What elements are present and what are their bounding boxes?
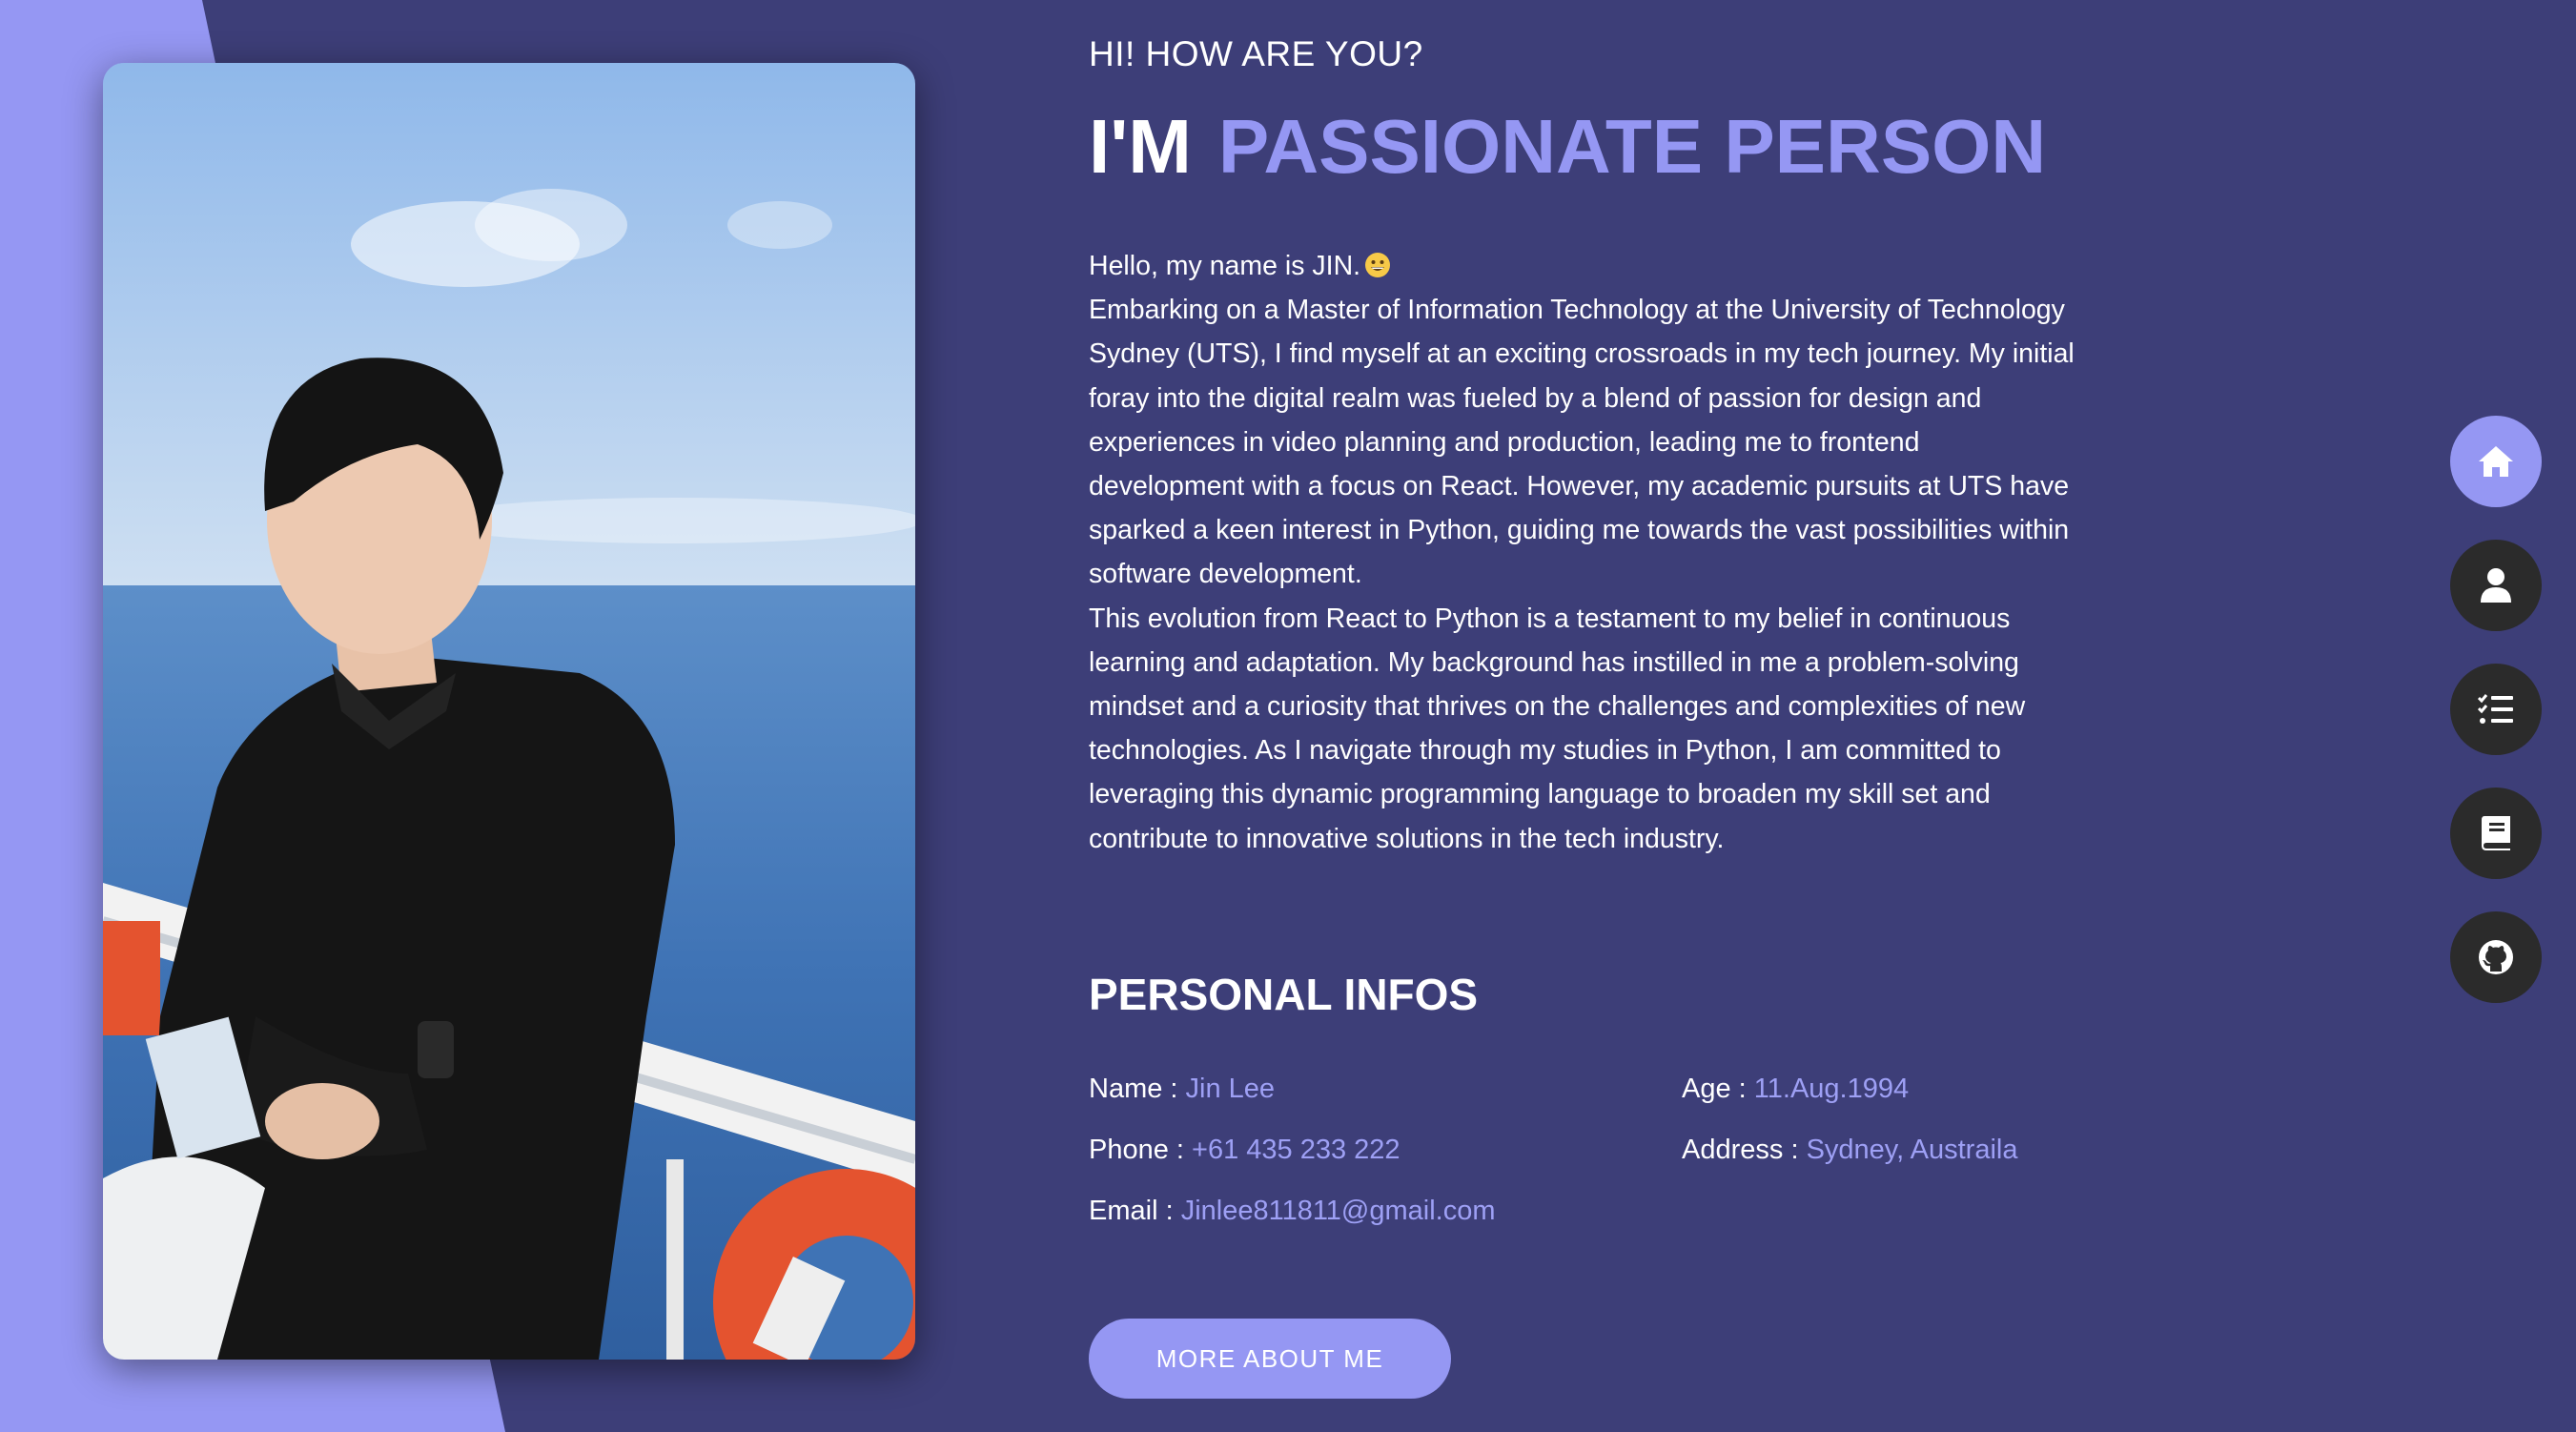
personal-infos-title: PERSONAL INFOS <box>1089 970 1479 1019</box>
github-icon <box>2479 940 2513 974</box>
nav-github-button[interactable] <box>2450 911 2542 1003</box>
bio-intro-text: Hello, my name is JIN. <box>1089 251 1361 281</box>
nav-skills-button[interactable] <box>2450 664 2542 755</box>
bio-text: Hello, my name is JIN. Embarking on a Ma… <box>1089 244 2080 861</box>
info-address-label: Address : <box>1682 1135 1807 1165</box>
headline-prefix: I'M <box>1089 104 1192 189</box>
bio-paragraph-2: This evolution from React to Python is a… <box>1089 603 2026 854</box>
book-icon <box>2482 816 2510 850</box>
headline: I'M PASSIONATE PERSON <box>1089 103 2046 191</box>
info-name-label: Name : <box>1089 1074 1186 1104</box>
info-phone: Phone : +61 435 233 222 <box>1089 1135 1400 1166</box>
info-email: Email : Jinlee811811@gmail.com <box>1089 1196 1496 1227</box>
user-icon <box>2481 568 2511 603</box>
greeting: HI! HOW ARE YOU? <box>1089 34 1423 73</box>
info-age-label: Age : <box>1682 1074 1754 1104</box>
info-name: Name : Jin Lee <box>1089 1074 1275 1105</box>
bio-intro: Hello, my name is JIN. <box>1089 244 2080 288</box>
info-name-value: Jin Lee <box>1185 1074 1276 1104</box>
grinning-face-icon <box>1365 253 1391 277</box>
headline-accent: PASSIONATE PERSON <box>1217 104 2047 189</box>
info-email-label: Email : <box>1089 1196 1181 1226</box>
nav-resume-button[interactable] <box>2450 788 2542 879</box>
home-icon <box>2479 446 2513 477</box>
profile-photo <box>103 63 915 1360</box>
nav-about-button[interactable] <box>2450 540 2542 631</box>
about-page: HI! HOW ARE YOU? I'M PASSIONATE PERSON He… <box>0 0 2576 1432</box>
info-address-value: Sydney, Austraila <box>1806 1135 2018 1165</box>
bio-paragraph-1: Embarking on a Master of Information Tec… <box>1089 295 2075 590</box>
info-age-value: 11.Aug.1994 <box>1753 1074 1910 1104</box>
info-phone-label: Phone : <box>1089 1135 1193 1165</box>
nav-home-button[interactable] <box>2450 416 2542 507</box>
info-age: Age : 11.Aug.1994 <box>1682 1074 1909 1105</box>
info-phone-value: +61 435 233 222 <box>1192 1135 1400 1165</box>
more-about-me-button[interactable]: MORE ABOUT ME <box>1089 1319 1451 1399</box>
list-check-icon <box>2478 694 2513 724</box>
info-email-value: Jinlee811811@gmail.com <box>1180 1196 1496 1226</box>
info-address: Address : Sydney, Austraila <box>1682 1135 2017 1166</box>
